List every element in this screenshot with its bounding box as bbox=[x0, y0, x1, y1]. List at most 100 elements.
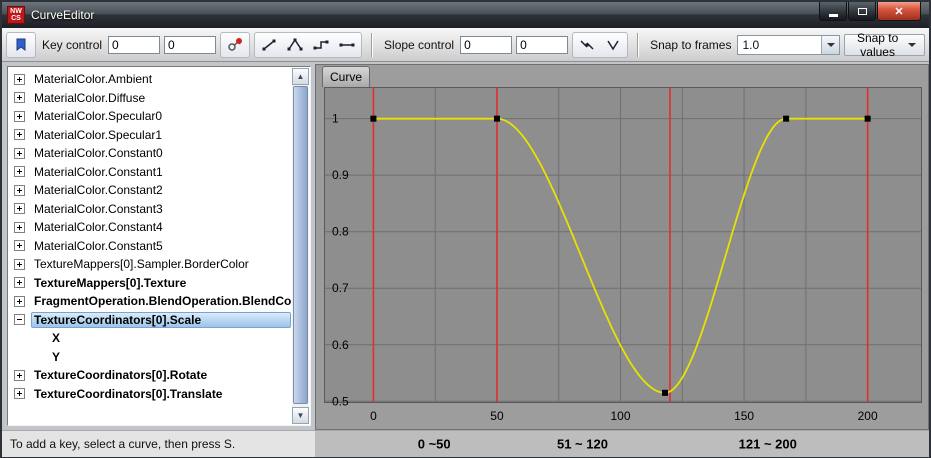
tree-item[interactable]: TextureMappers[0].Sampler.BorderColor bbox=[8, 255, 291, 274]
expand-icon[interactable] bbox=[14, 370, 25, 381]
key-frame-input[interactable] bbox=[108, 36, 160, 54]
collapse-icon[interactable] bbox=[14, 314, 25, 325]
tree-item[interactable]: MaterialColor.Constant3 bbox=[8, 200, 291, 219]
expand-icon[interactable] bbox=[14, 222, 25, 233]
tree-item-label: MaterialColor.Constant1 bbox=[31, 164, 291, 180]
curve-chart[interactable]: 10.90.80.70.60.5050100150200 bbox=[324, 87, 922, 429]
arrow-down-icon: ▼ bbox=[297, 411, 305, 420]
expand-icon[interactable] bbox=[14, 92, 25, 103]
flat-segment-button[interactable] bbox=[334, 34, 360, 55]
app-logo-icon: NW CS bbox=[7, 6, 25, 24]
tree-item-label: MaterialColor.Ambient bbox=[31, 71, 291, 87]
y-tick-label: 1 bbox=[332, 112, 339, 126]
tree-item[interactable]: TextureCoordinators[0].Rotate bbox=[8, 366, 291, 385]
curve-key[interactable] bbox=[865, 116, 871, 122]
tree-item[interactable]: MaterialColor.Diffuse bbox=[8, 89, 291, 108]
add-key-button[interactable] bbox=[222, 34, 248, 55]
curve-key[interactable] bbox=[783, 116, 789, 122]
tree-item[interactable]: MaterialColor.Specular0 bbox=[8, 107, 291, 126]
tree-item[interactable]: MaterialColor.Constant2 bbox=[8, 181, 291, 200]
scrollbar-thumb[interactable] bbox=[293, 86, 308, 404]
tree-item[interactable]: MaterialColor.Constant5 bbox=[8, 237, 291, 256]
curve-section-label: 121 ~ 200 bbox=[739, 437, 797, 452]
key-value-input[interactable] bbox=[164, 36, 216, 54]
tree-item[interactable]: TextureMappers[0].Texture bbox=[8, 274, 291, 293]
curve-section-label: 51 ~ 120 bbox=[557, 437, 608, 452]
snap-to-values-button[interactable]: Snap to values bbox=[844, 34, 925, 56]
expand-icon[interactable] bbox=[14, 296, 25, 307]
arrow-up-icon: ▲ bbox=[297, 72, 305, 81]
curve-panel: Curve 10.90.80.70.60.5050100150200 bbox=[315, 64, 929, 430]
expand-icon[interactable] bbox=[14, 388, 25, 399]
tree-item[interactable]: MaterialColor.Ambient bbox=[8, 70, 291, 89]
tree-item-label: FragmentOperation.BlendOperation.BlendCo bbox=[31, 293, 291, 309]
tree-item[interactable]: MaterialColor.Constant1 bbox=[8, 163, 291, 182]
expand-icon[interactable] bbox=[14, 203, 25, 214]
snap-to-frames-label: Snap to frames bbox=[650, 38, 731, 52]
x-tick-label: 200 bbox=[858, 409, 878, 423]
key-mode-button[interactable] bbox=[8, 34, 34, 55]
tree-item-label: TextureCoordinators[0].Translate bbox=[31, 386, 291, 402]
slope-control-label: Slope control bbox=[384, 38, 454, 52]
key-flag-icon bbox=[13, 37, 29, 53]
curve-key[interactable] bbox=[370, 116, 376, 122]
slope-out-input[interactable] bbox=[516, 36, 568, 54]
expand-icon[interactable] bbox=[14, 166, 25, 177]
expand-icon[interactable] bbox=[14, 240, 25, 251]
scroll-up-button[interactable]: ▲ bbox=[292, 68, 309, 85]
linear-segment-icon bbox=[261, 37, 277, 53]
tree-item[interactable]: TextureCoordinators[0].Translate bbox=[8, 385, 291, 404]
y-tick-label: 0.5 bbox=[332, 394, 349, 408]
tab-curve[interactable]: Curve bbox=[322, 66, 370, 87]
tree-item[interactable]: Y bbox=[8, 348, 291, 367]
curve-key[interactable] bbox=[662, 390, 668, 396]
close-icon: ✕ bbox=[894, 5, 903, 18]
x-tick-label: 100 bbox=[611, 409, 631, 423]
expand-icon[interactable] bbox=[14, 129, 25, 140]
curve-editor-window: NW CS CurveEditor ✕ Key control bbox=[0, 0, 931, 458]
expand-icon[interactable] bbox=[14, 277, 25, 288]
tree-item-label: Y bbox=[49, 349, 291, 365]
slope-line-button[interactable] bbox=[574, 34, 600, 55]
property-tree: MaterialColor.Ambient MaterialColor.Diffu… bbox=[8, 70, 291, 425]
tree-item-label: MaterialColor.Constant3 bbox=[31, 201, 291, 217]
tree-item[interactable]: MaterialColor.Constant4 bbox=[8, 218, 291, 237]
expand-icon[interactable] bbox=[14, 148, 25, 159]
minimize-button[interactable] bbox=[819, 2, 847, 21]
tree-item-label: MaterialColor.Specular0 bbox=[31, 108, 291, 124]
x-tick-label: 0 bbox=[370, 409, 377, 423]
status-bar: To add a key, select a curve, then press… bbox=[2, 430, 929, 457]
window-controls: ✕ bbox=[818, 2, 921, 21]
tree-item[interactable]: FragmentOperation.BlendOperation.BlendCo bbox=[8, 292, 291, 311]
plot-area[interactable] bbox=[325, 88, 922, 403]
chevron-down-icon bbox=[827, 43, 835, 47]
step-segment-button[interactable] bbox=[308, 34, 334, 55]
maximize-button[interactable] bbox=[848, 2, 876, 21]
snap-to-frames-select[interactable]: 1.0 bbox=[737, 35, 840, 55]
title-bar: NW CS CurveEditor ✕ bbox=[2, 2, 929, 28]
toolbar-separator bbox=[637, 33, 639, 57]
tree-item-label: X bbox=[49, 330, 291, 346]
tree-item-label: MaterialColor.Constant4 bbox=[31, 219, 291, 235]
tree-scrollbar[interactable]: ▲ ▼ bbox=[292, 68, 309, 424]
x-tick-label: 150 bbox=[734, 409, 754, 423]
close-button[interactable]: ✕ bbox=[877, 2, 921, 21]
y-tick-label: 0.7 bbox=[332, 281, 349, 295]
minimize-icon bbox=[829, 14, 838, 17]
tree-item[interactable]: X bbox=[8, 329, 291, 348]
tree-item[interactable]: MaterialColor.Constant0 bbox=[8, 144, 291, 163]
expand-icon[interactable] bbox=[14, 111, 25, 122]
linear-segment-button[interactable] bbox=[256, 34, 282, 55]
expand-icon[interactable] bbox=[14, 74, 25, 85]
slope-v-button[interactable] bbox=[600, 34, 626, 55]
tree-item[interactable]: TextureCoordinators[0].Scale bbox=[8, 311, 291, 330]
scroll-down-button[interactable]: ▼ bbox=[292, 407, 309, 424]
tree-item[interactable]: MaterialColor.Specular1 bbox=[8, 126, 291, 145]
expand-icon[interactable] bbox=[14, 185, 25, 196]
slope-in-input[interactable] bbox=[460, 36, 512, 54]
peak-segment-button[interactable] bbox=[282, 34, 308, 55]
expand-icon[interactable] bbox=[14, 259, 25, 270]
curve-key[interactable] bbox=[494, 116, 500, 122]
step-segment-icon bbox=[313, 37, 329, 53]
combo-dropdown-button[interactable] bbox=[821, 36, 839, 54]
